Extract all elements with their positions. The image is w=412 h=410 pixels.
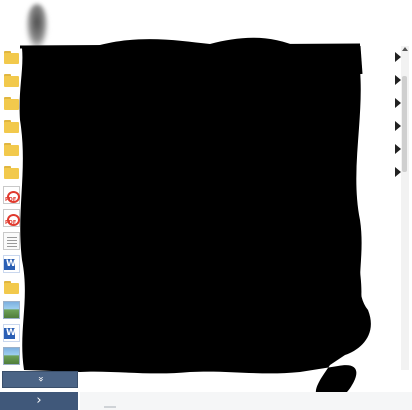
chevron-right-icon: ›: [36, 393, 42, 408]
file-row[interactable]: [0, 69, 401, 91]
file-row[interactable]: [0, 138, 401, 160]
folder-icon: [3, 278, 20, 296]
folder-icon: [3, 71, 20, 89]
pdf-badge: PDF: [5, 197, 17, 203]
pdf-icon: PDF: [3, 209, 20, 227]
file-row[interactable]: [0, 345, 400, 367]
folder-icon: [3, 48, 20, 66]
scroll-up-icon[interactable]: [401, 46, 409, 54]
folder-icon: [3, 117, 20, 135]
folder-icon: [3, 163, 20, 181]
next-button[interactable]: ›: [0, 392, 78, 410]
file-row[interactable]: [0, 161, 401, 183]
word-badge: W: [6, 259, 16, 269]
image-icon: [3, 347, 20, 365]
screen: PDF PDF W W » ›: [0, 0, 412, 410]
word-icon: W: [3, 324, 20, 342]
file-row[interactable]: W: [0, 253, 400, 275]
folder-icon: [3, 140, 20, 158]
file-row[interactable]: [0, 46, 401, 68]
footer-band: [80, 392, 412, 410]
smudge: [26, 4, 48, 50]
pdf-badge: PDF: [5, 220, 17, 226]
file-row[interactable]: [0, 230, 400, 252]
folder-icon: [3, 94, 20, 112]
pdf-icon: PDF: [3, 186, 20, 204]
document-icon: [3, 232, 20, 250]
image-icon: [3, 301, 20, 319]
word-icon: W: [3, 255, 20, 273]
file-row[interactable]: PDF: [0, 184, 400, 206]
file-row[interactable]: W: [0, 322, 400, 344]
file-row[interactable]: PDF: [0, 207, 400, 229]
word-badge: W: [6, 328, 16, 338]
file-row[interactable]: [0, 92, 401, 114]
file-row[interactable]: [0, 115, 401, 137]
file-row[interactable]: [0, 299, 400, 321]
footer-divider: [104, 406, 116, 408]
file-row[interactable]: [0, 276, 400, 298]
scrollbar-thumb[interactable]: [402, 76, 407, 172]
expand-button[interactable]: »: [2, 371, 78, 388]
file-list: PDF PDF W W: [0, 46, 401, 372]
